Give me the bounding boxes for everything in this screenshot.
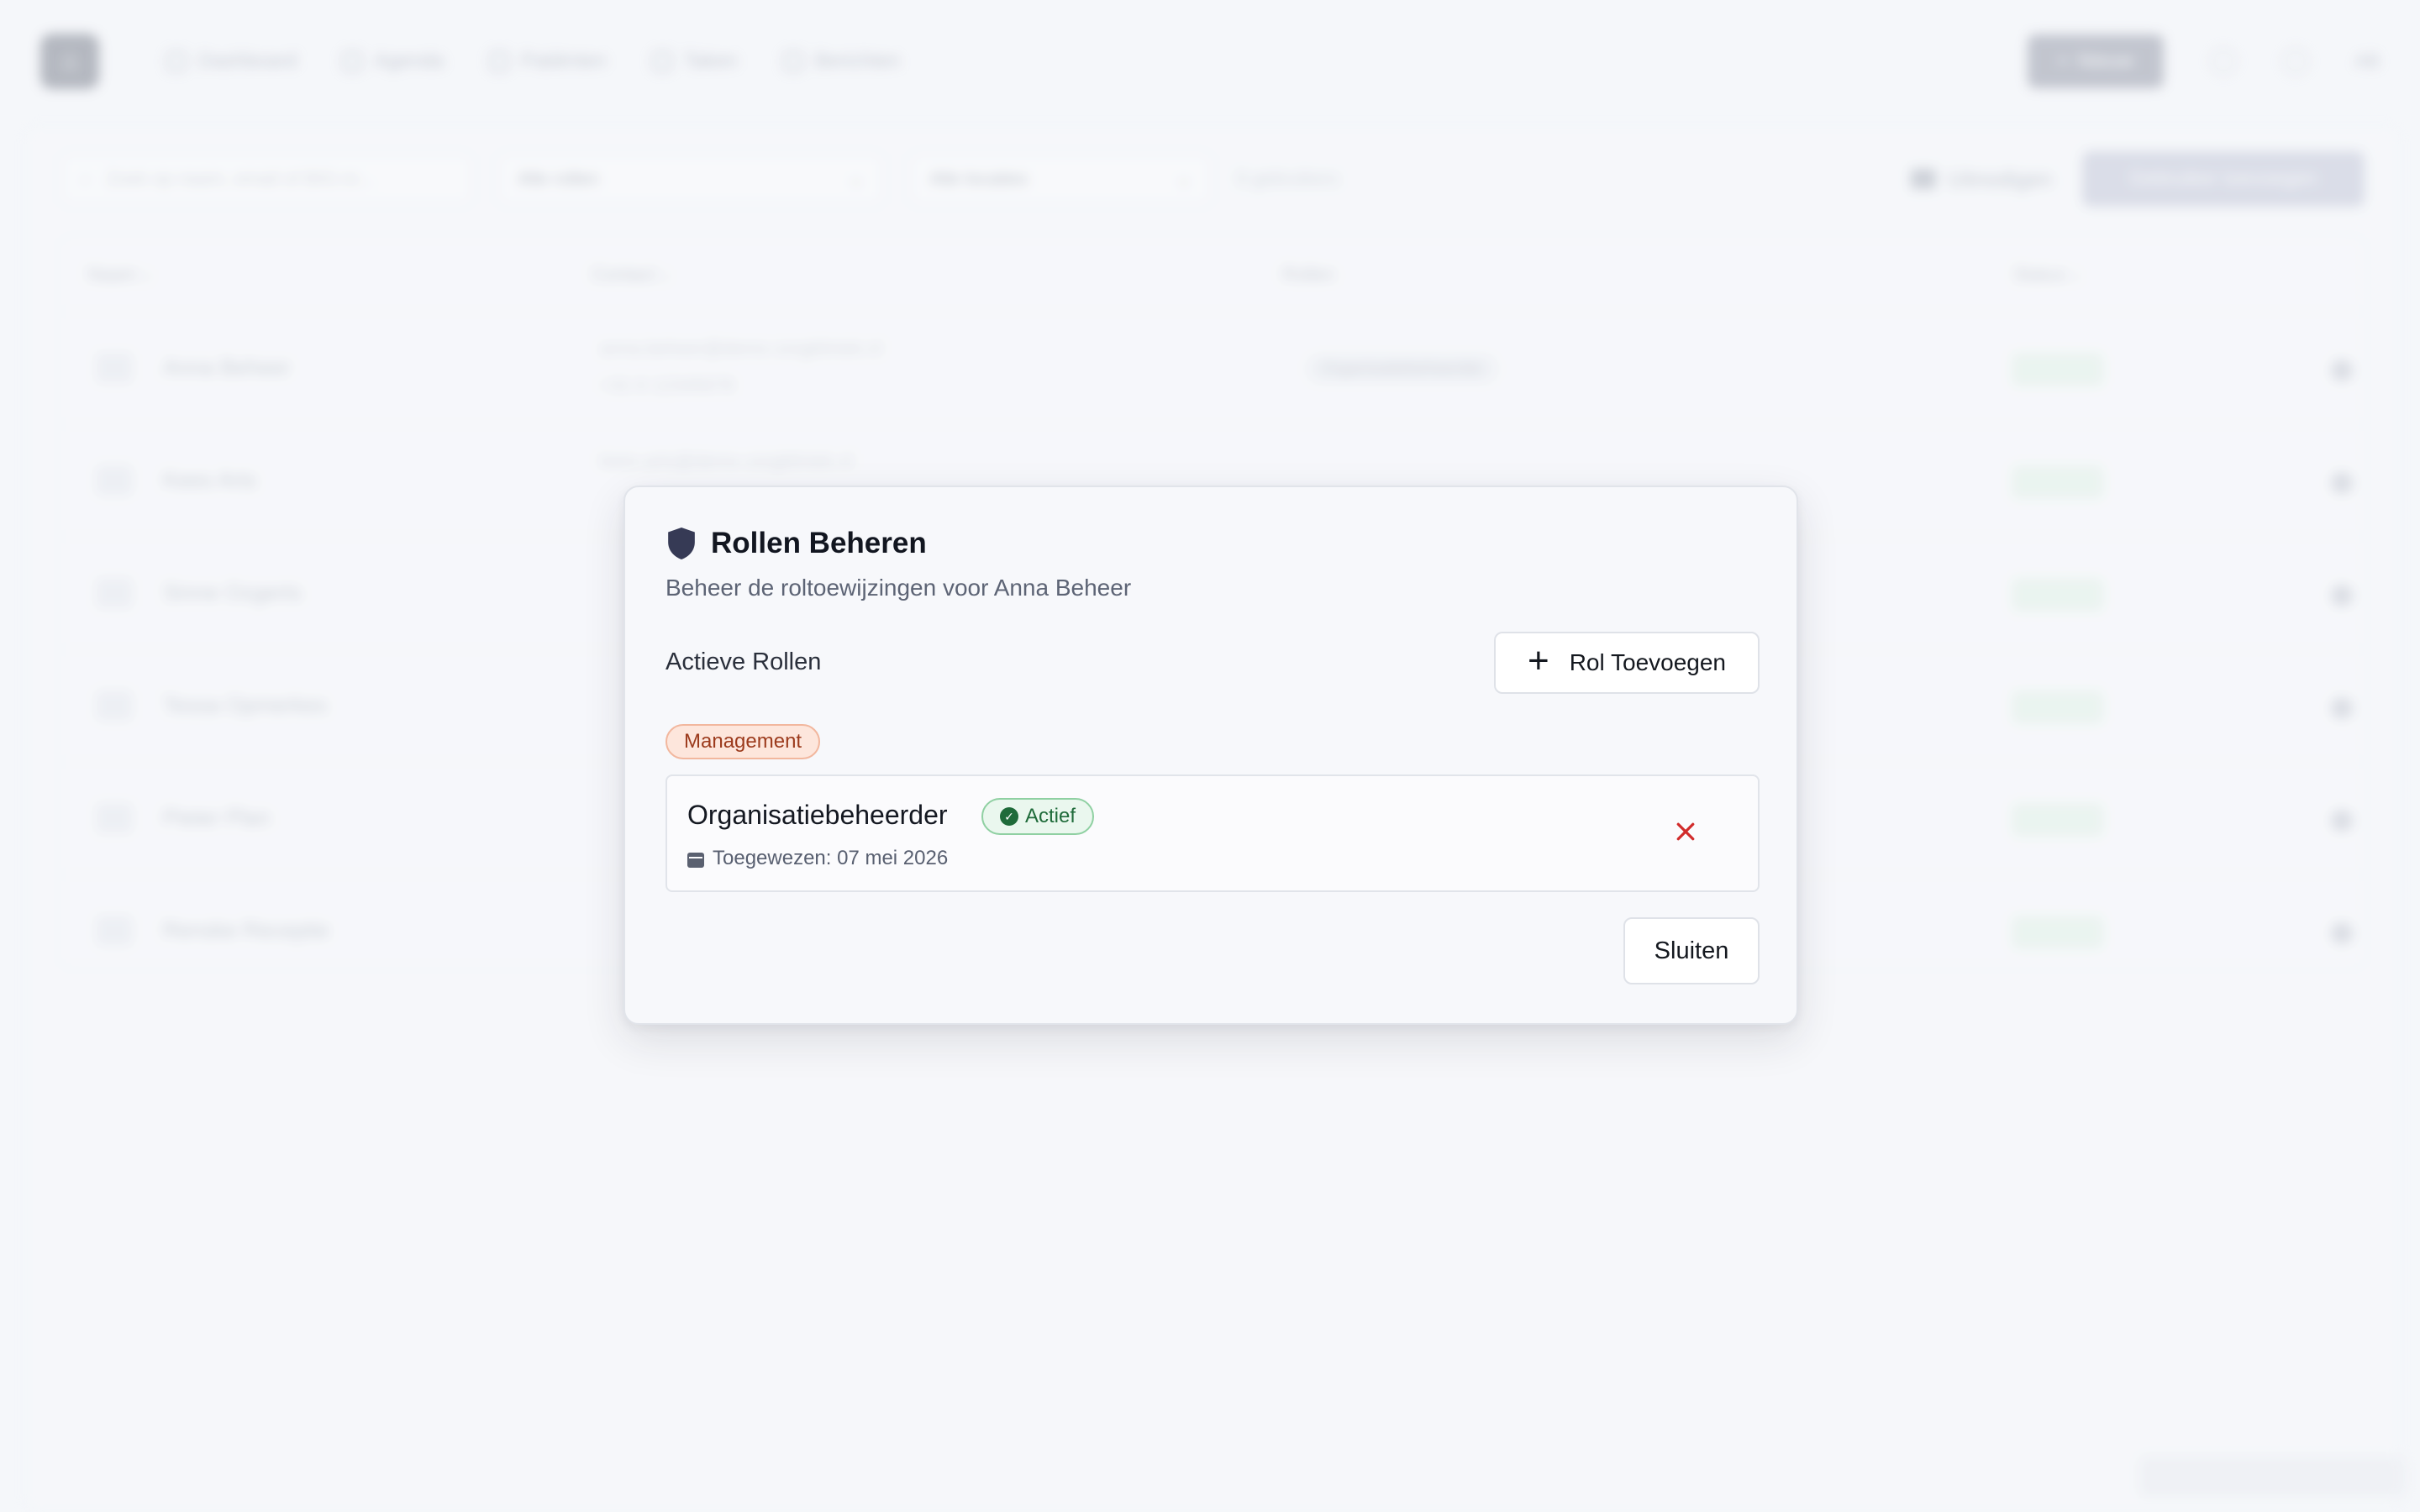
assigned-date-text: Toegewezen: 07 mei 2026 xyxy=(713,847,949,869)
close-button[interactable]: Sluiten xyxy=(1623,917,1760,984)
manage-roles-dialog: Rollen Beheren Beheer de roltoewijzingen… xyxy=(623,486,1798,1025)
shield-icon xyxy=(668,528,695,559)
status-label: Actief xyxy=(1025,805,1076,827)
active-roles-label: Actieve Rollen xyxy=(666,648,822,675)
remove-role-button[interactable] xyxy=(1669,815,1702,848)
calendar-icon xyxy=(687,849,704,868)
role-card: Organisatiebeheerder ✓ Actief Toegewezen… xyxy=(666,774,1760,892)
role-name: Organisatiebeheerder xyxy=(687,800,948,830)
dialog-title: Rollen Beheren xyxy=(711,527,927,559)
status-badge: ✓ Actief xyxy=(981,798,1095,835)
add-role-button[interactable]: + Rol Toevoegen xyxy=(1494,632,1760,694)
check-circle-icon: ✓ xyxy=(1000,807,1018,826)
assigned-date: Toegewezen: 07 mei 2026 xyxy=(687,847,948,870)
add-role-label: Rol Toevoegen xyxy=(1569,649,1726,675)
role-group-tag: Management xyxy=(666,724,821,759)
dialog-description: Beheer de roltoewijzingen voor Anna Behe… xyxy=(666,575,1132,601)
plus-icon: + xyxy=(1528,640,1549,681)
close-icon xyxy=(1676,822,1695,841)
dialog-header: Rollen Beheren xyxy=(666,526,927,561)
